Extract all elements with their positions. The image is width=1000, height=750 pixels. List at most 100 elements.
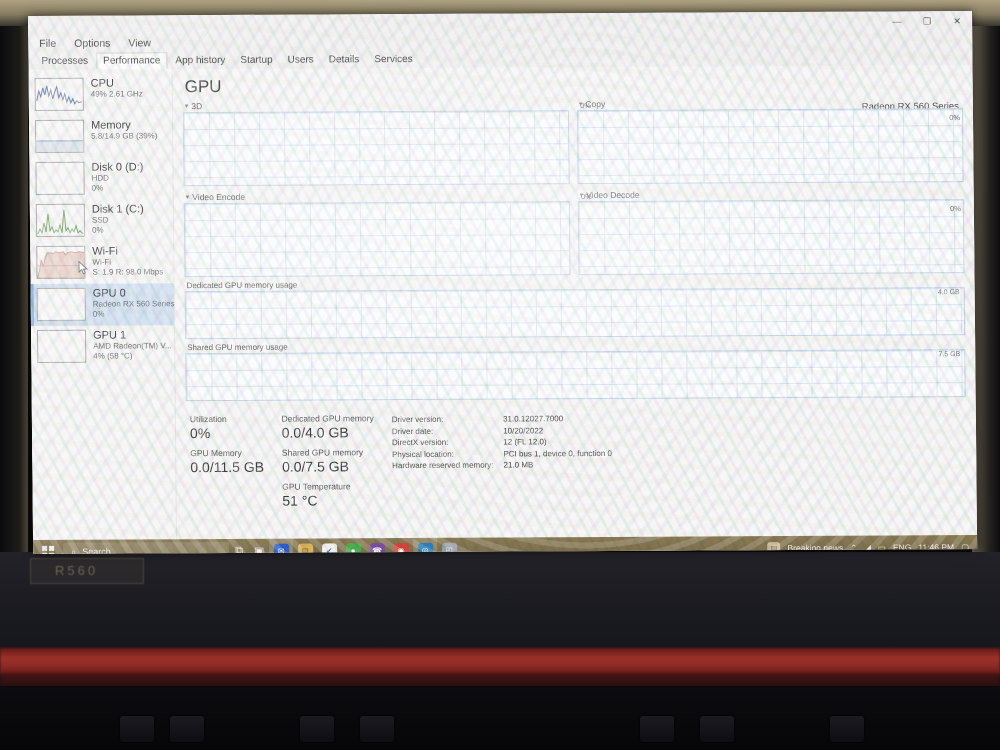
sidebar-item-disk0-sub2: 0% [91,183,104,193]
page-title: GPU [184,76,222,97]
gpu-info-keys: Driver version: Driver date: DirectX ver… [392,414,494,515]
graph-label-3d-row: ▾ 3D [185,99,569,111]
tab-processes[interactable]: Processes [34,53,95,70]
sidebar-item-gpu1[interactable]: GPU 1 AMD Radeon(TM) V... 4% (58 °C) [31,325,174,368]
keyboard-key [700,716,734,742]
chevron-down-icon[interactable]: ▾ [579,100,583,108]
graph-label-video-encode: Video Encode [192,191,246,203]
info-key-physical-location: Physical location: [391,449,454,459]
sidebar-item-wifi-text: Wi-Fi Wi-Fi S: 1.9 R: 98.0 Mbps [92,245,164,277]
task-view-button[interactable]: ⧉ [229,539,249,554]
info-value-driver-date: 10/20/2022 [503,425,544,436]
info-value-driver-version: 31.0.12027.7000 [503,414,564,424]
stat-label-dedicated-memory: Dedicated GPU memory [281,413,374,424]
gpu-detail-pane: GPU Radeon RX 560 Series ▾ 3D 0% ▾ Copy … [173,65,978,539]
stat-value-gpu-memory: 0.0/11.5 GB [190,458,265,476]
info-value-hardware-reserved-memory: 21.0 MB [503,460,534,470]
chevron-down-icon[interactable]: ▾ [185,102,189,110]
graph-row-top: ▾ 3D 0% ▾ Copy 0% [182,97,964,187]
graph-dedicated-memory[interactable]: 4.0 GB [184,287,966,340]
stat-label-gpu-temperature: GPU Temperature [282,481,351,492]
chevron-down-icon[interactable]: ▾ [186,193,190,201]
gpu-info-values: 31.0.12027.7000 10/20/2022 12 (FL 12.0) … [503,413,612,514]
graph-video-decode[interactable] [577,199,965,276]
taskbar-app-green[interactable]: ● [341,538,365,554]
sidebar-item-gpu0-text: GPU 0 Radeon RX 560 Series 0% [92,287,175,319]
tab-details[interactable]: Details [322,51,367,68]
minimize-button[interactable]: — [882,11,912,31]
tab-users[interactable]: Users [281,51,321,68]
menu-item-options[interactable]: Options [71,37,113,51]
sidebar-item-wifi-sub1: Wi-Fi [92,257,112,267]
info-value-physical-location: PCI bus 1, device 0, function 0 [503,448,612,459]
window-body: CPU 49% 2.61 GHz Memory 5.8/14.9 GB (39%… [28,65,978,540]
notification-center-icon[interactable]: ▢ [961,542,969,553]
sidebar-item-gpu0-sub1: Radeon RX 560 Series [92,299,175,309]
sidebar-item-cpu-title: CPU [90,77,114,90]
resource-sidebar: CPU 49% 2.61 GHz Memory 5.8/14.9 GB (39%… [28,69,178,540]
taskbar-app-mail[interactable]: ✉ [269,538,294,554]
maximize-button[interactable]: ❐ [912,11,942,31]
checkmark-icon: ✔ [321,542,337,554]
sidebar-item-disk0[interactable]: Disk 0 (D:) HDD 0% [29,157,172,200]
taskbar-app-chrome[interactable]: ◉ [389,538,413,554]
close-button[interactable]: ✕ [942,11,972,31]
gpu1-sparkline [37,329,87,363]
tab-services[interactable]: Services [367,51,420,68]
gpu-stats: Utilization 0% GPU Memory 0.0/11.5 GB De… [186,409,967,515]
info-key-hardware-reserved-memory: Hardware reserved memory: [392,460,494,471]
disk1-sparkline [35,203,86,237]
tab-performance[interactable]: Performance [96,52,168,70]
graph-shared-memory[interactable]: 7.5 GB [185,349,966,402]
sidebar-item-cpu[interactable]: CPU 49% 2.61 GHz [29,73,172,116]
sidebar-item-disk0-title: Disk 0 (D:) [91,161,144,174]
keyboard-key [360,716,394,742]
taskbar-app-viber[interactable]: ☎ [365,538,389,554]
laptop-brand-logo: R560 [30,558,144,584]
disk0-sparkline [35,161,85,195]
graph-label-video-decode: Video Decode [586,189,640,201]
taskbar-app-camera[interactable]: ◎ [413,537,438,554]
stat-value-dedicated-memory: 0.0/4.0 GB [281,424,349,441]
tab-startup[interactable]: Startup [233,52,279,69]
taskbar-search-box[interactable]: ⌕ Search [63,541,230,554]
mouse-cursor [78,260,89,275]
sidebar-item-disk1[interactable]: Disk 1 (C:) SSD 0% [30,199,173,242]
search-placeholder: Search [82,546,111,554]
graph-video-encode-grid [184,202,570,277]
sidebar-item-wifi-title: Wi-Fi [92,245,118,258]
sidebar-item-disk1-sub2: 0% [92,225,104,235]
graph-3d[interactable] [182,110,570,187]
taskbar-app-file-explorer[interactable]: ▤ [293,538,317,554]
sidebar-item-gpu0-sub2: 0% [92,309,105,319]
keyboard-key [830,716,864,742]
stat-value-shared-memory: 0.0/7.5 GB [281,458,350,475]
windows-logo-icon [42,545,55,554]
widgets-button[interactable]: ▣ [249,539,269,554]
sidebar-item-wifi[interactable]: Wi-Fi Wi-Fi S: 1.9 R: 98.0 Mbps [30,241,173,284]
graph-row-bottom: ▾ Video Encode 0% ▾ Video Decode 0% [183,188,965,278]
info-key-driver-version: Driver version: [391,414,444,425]
menu-item-file[interactable]: File [36,37,59,51]
graph-label-video-encode-row: ▾ Video Encode [186,190,570,202]
sidebar-item-memory-title: Memory [90,119,131,132]
stat-value-gpu-temperature: 51 °C [282,492,318,509]
keyboard-key [300,716,334,742]
graph-copy[interactable] [576,108,964,185]
sidebar-item-memory[interactable]: Memory 5.8/14.9 GB (39%) [29,115,172,158]
clock[interactable]: 11:46 PM [918,542,954,552]
graph-copy-grid [577,109,963,184]
menu-item-view[interactable]: View [125,36,154,50]
graph-video-encode[interactable] [183,201,571,278]
taskbar-app-photos[interactable]: ◰ [437,538,461,554]
language-indicator[interactable]: ENG [893,542,912,552]
chevron-down-icon[interactable]: ▾ [580,191,584,199]
sidebar-item-wifi-sub2: S: 1.9 R: 98.0 Mbps [92,266,164,277]
graph-shared-memory-grid [186,350,965,401]
taskbar-app-checkmark[interactable]: ✔ [317,538,341,554]
shared-memory-capacity: 7.5 GB [938,351,961,359]
stat-value-utilization: 0% [189,425,211,442]
tab-app-history[interactable]: App history [168,52,232,69]
start-button[interactable] [33,540,63,554]
sidebar-item-gpu0[interactable]: GPU 0 Radeon RX 560 Series 0% [30,283,175,326]
